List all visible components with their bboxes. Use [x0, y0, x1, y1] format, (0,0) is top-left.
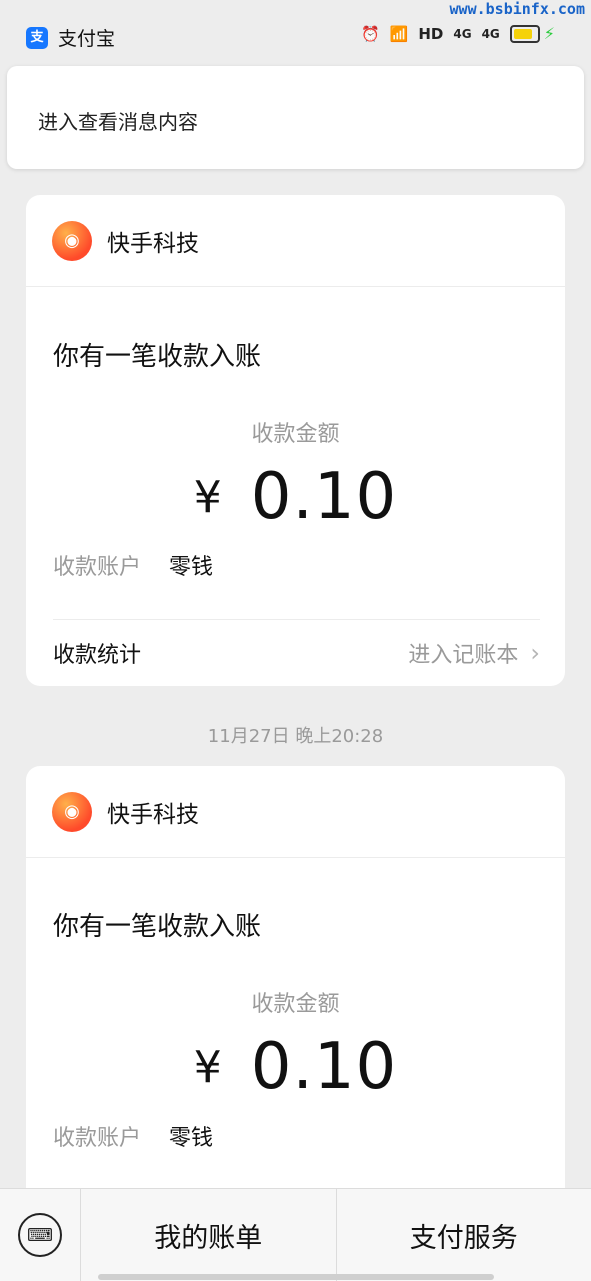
timestamp: 11月27日 晚上20:28	[0, 722, 591, 748]
account-key-2: 收款账户	[53, 1126, 141, 1151]
keyboard-icon: ⌨	[18, 1213, 62, 1257]
status-bar: 支 支付宝 ⏰ 📶 HD 4G 4G ⚡ www.bsbinfx.com	[0, 0, 591, 66]
app-name: 支付宝	[58, 24, 115, 51]
account-value: 零钱	[169, 555, 213, 580]
alipay-logo-icon: 支	[26, 27, 48, 49]
amount-label: 收款金额	[26, 416, 565, 448]
card-header[interactable]: ◉ 快手科技	[26, 195, 565, 287]
stats-row[interactable]: 收款统计 进入记账本 ›	[53, 619, 540, 686]
ledger-link[interactable]: 进入记账本 ›	[408, 637, 540, 669]
amount-label-2: 收款金额	[26, 986, 565, 1018]
watermark: www.bsbinfx.com	[450, 0, 585, 18]
amount-2: ¥0.10	[26, 1030, 565, 1104]
hd-label: HD	[418, 25, 443, 43]
status-icons: ⏰ 📶 HD 4G 4G ⚡	[361, 24, 555, 43]
account-key: 收款账户	[53, 555, 141, 580]
battery-icon	[510, 25, 540, 43]
signal-4g-icon-2: 4G	[482, 27, 500, 41]
home-indicator	[98, 1274, 494, 1280]
payment-card[interactable]: ◉ 快手科技 你有一笔收款入账 收款金额 ¥0.10 收款账户 零钱 收款统计 进…	[26, 195, 565, 686]
notification-banner[interactable]: 进入查看消息内容	[7, 66, 584, 169]
amount: ¥0.10	[26, 460, 565, 534]
kuaishou-logo-icon: ◉	[52, 221, 92, 261]
amount-value: 0.10	[251, 460, 398, 534]
signal-4g-icon: 4G	[453, 27, 471, 41]
card-header-2[interactable]: ◉ 快手科技	[26, 766, 565, 858]
bottom-menu-bar: ⌨ 我的账单 支付服务	[0, 1188, 591, 1281]
currency-symbol-2: ¥	[194, 1042, 223, 1093]
card-title: 你有一笔收款入账	[53, 336, 261, 373]
status-app: 支 支付宝	[26, 24, 115, 51]
charging-icon: ⚡	[544, 24, 555, 43]
payment-card-2[interactable]: ◉ 快手科技 你有一笔收款入账 收款金额 ¥0.10 收款账户 零钱	[26, 766, 565, 1206]
account-row: 收款账户 零钱	[53, 549, 213, 581]
card-title-2: 你有一笔收款入账	[53, 906, 261, 943]
account-row-2: 收款账户 零钱	[53, 1120, 213, 1152]
merchant-name-2: 快手科技	[107, 795, 199, 829]
stats-key: 收款统计	[53, 637, 141, 669]
alarm-icon: ⏰	[361, 25, 380, 43]
notification-text: 进入查看消息内容	[38, 106, 198, 135]
amount-value-2: 0.10	[251, 1030, 398, 1104]
ledger-link-label: 进入记账本	[408, 637, 518, 669]
menu-payment-services[interactable]: 支付服务	[336, 1189, 591, 1281]
account-value-2: 零钱	[169, 1126, 213, 1151]
merchant-name: 快手科技	[107, 224, 199, 258]
currency-symbol: ¥	[194, 472, 223, 523]
menu-my-bills[interactable]: 我的账单	[81, 1189, 336, 1281]
kuaishou-logo-icon-2: ◉	[52, 792, 92, 832]
wifi-icon: 📶	[390, 25, 409, 43]
keyboard-toggle-button[interactable]: ⌨	[0, 1189, 81, 1281]
chevron-right-icon: ›	[530, 639, 540, 667]
